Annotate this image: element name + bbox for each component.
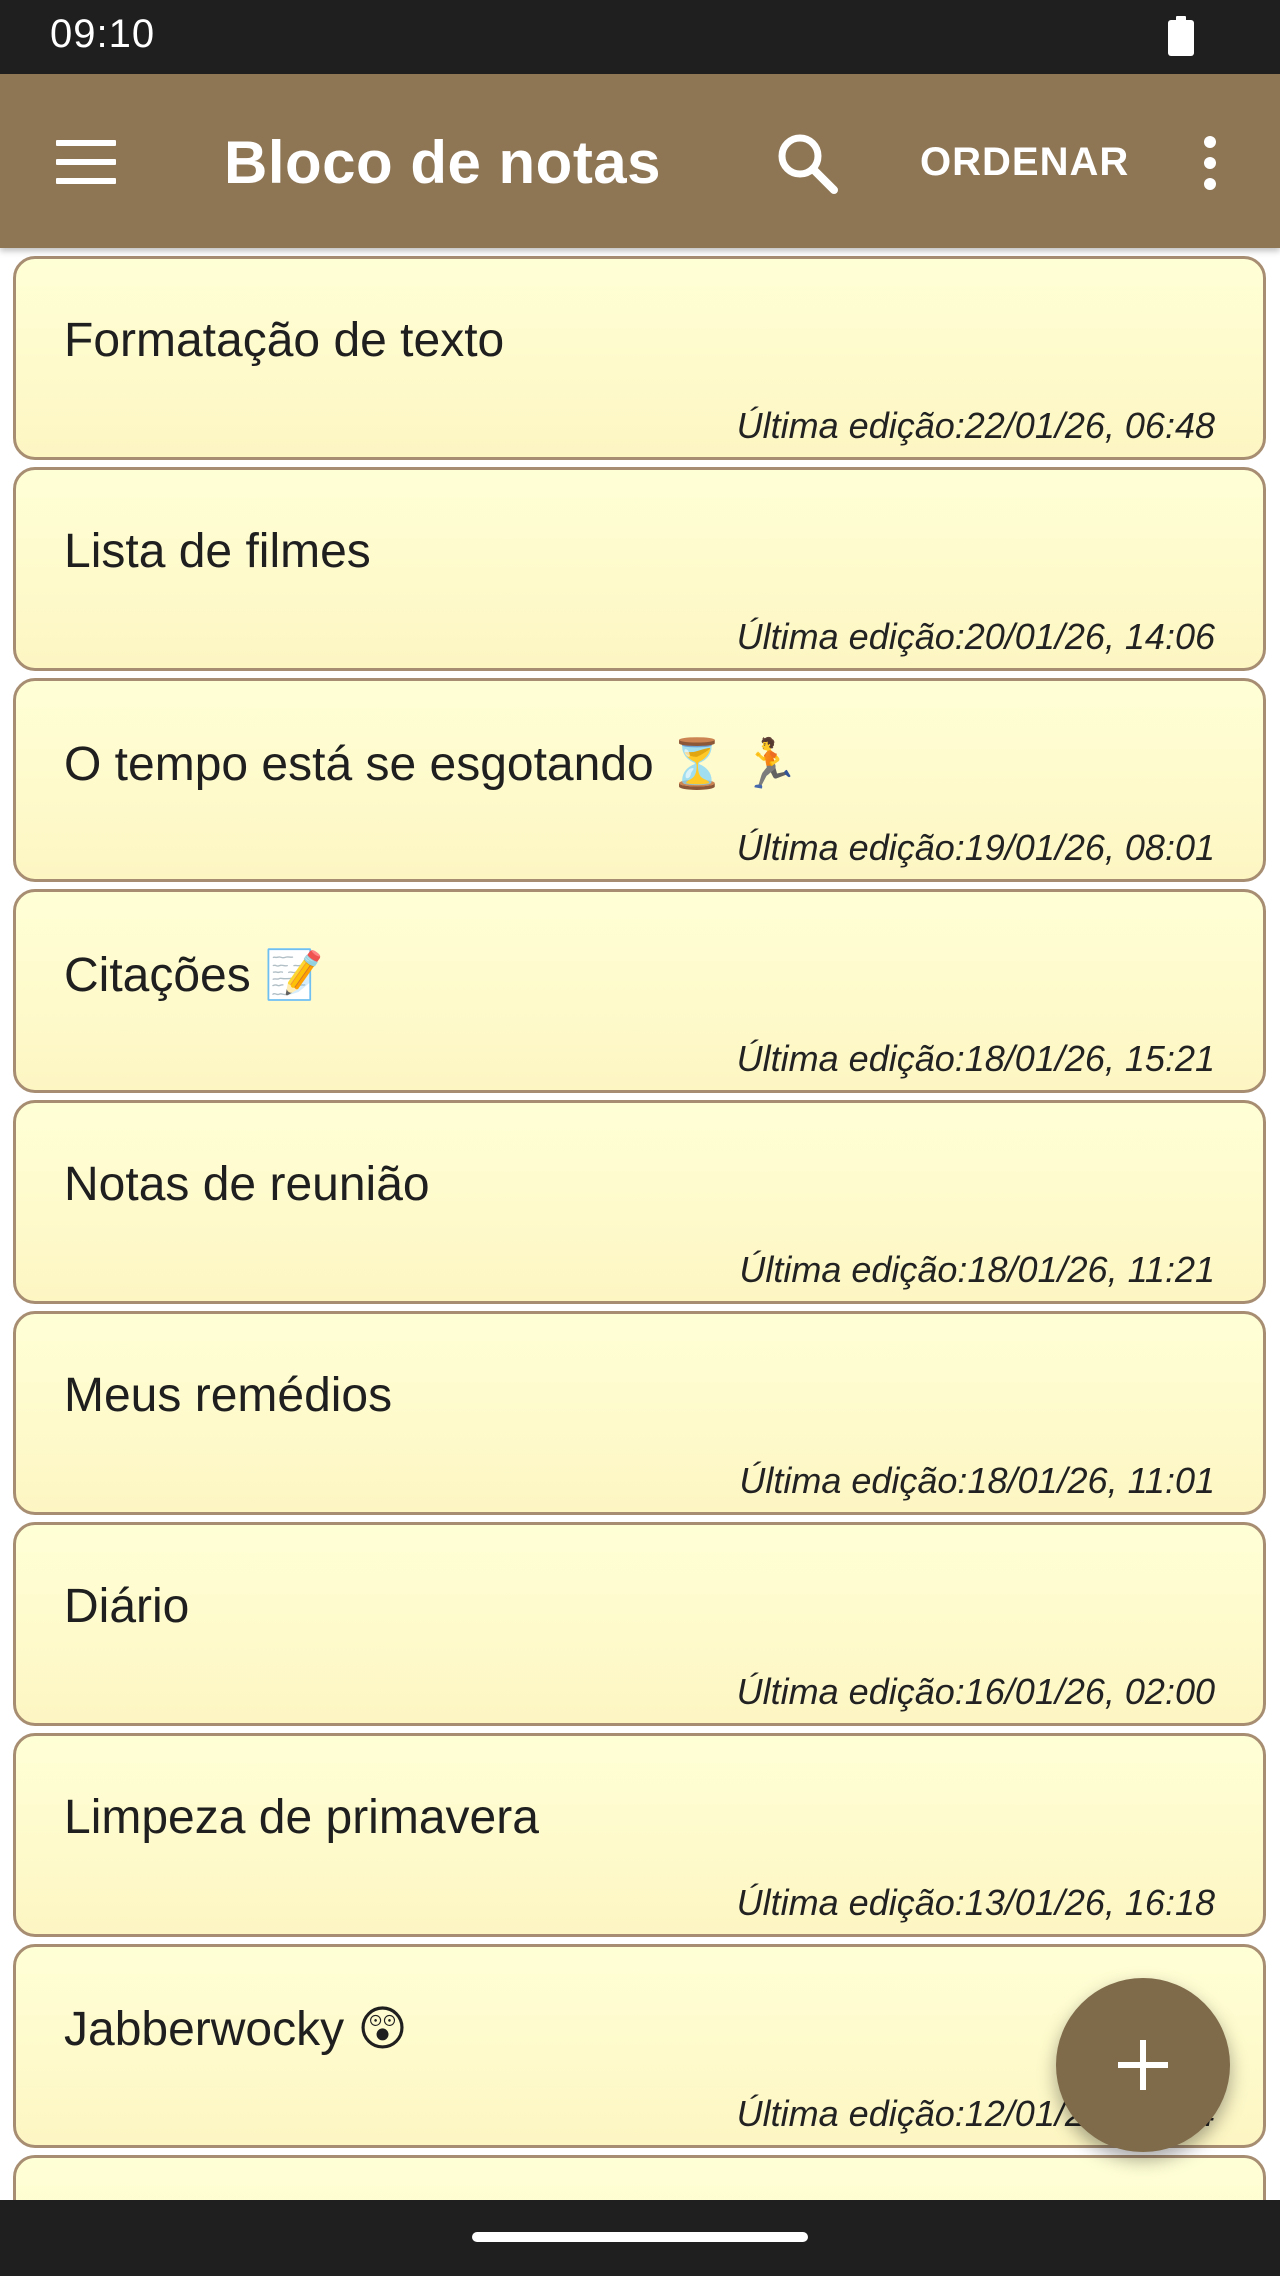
app-bar: Bloco de notas ORDENAR [0, 74, 1280, 248]
note-last-edited: Última edição:18/01/26, 11:21 [739, 1249, 1215, 1290]
status-bar: 09:10 [0, 0, 1280, 74]
note-card[interactable]: Meus remédios Última edição:18/01/26, 11… [13, 1311, 1266, 1515]
note-card[interactable]: Citações 📝 Última edição:18/01/26, 15:21 [13, 889, 1266, 1093]
note-last-edited: Última edição:16/01/26, 02:00 [736, 1671, 1215, 1712]
home-gesture-handle[interactable] [472, 2232, 808, 2242]
note-last-edited: Última edição:13/01/26, 16:18 [736, 1882, 1215, 1923]
note-card[interactable]: Lista de filmes Última edição:20/01/26, … [13, 467, 1266, 671]
more-vert-icon[interactable] [1200, 136, 1222, 190]
note-card[interactable]: Diário Última edição:16/01/26, 02:00 [13, 1522, 1266, 1726]
note-title: Diário [64, 1580, 190, 1633]
note-last-edited: Última edição:18/01/26, 15:21 [736, 1038, 1215, 1079]
note-card[interactable] [13, 2155, 1266, 2200]
status-time: 09:10 [50, 12, 156, 56]
note-title: Jabberwocky 😲 [64, 2003, 408, 2056]
note-card[interactable]: Limpeza de primavera Última edição:13/01… [13, 1733, 1266, 1937]
note-card[interactable]: Formatação de texto Última edição:22/01/… [13, 256, 1266, 460]
note-last-edited: Última edição:22/01/26, 06:48 [736, 405, 1215, 446]
note-card[interactable]: O tempo está se esgotando ⏳ 🏃 Última edi… [13, 678, 1266, 882]
add-note-button[interactable] [1056, 1978, 1230, 2152]
note-last-edited: Última edição:20/01/26, 14:06 [736, 616, 1215, 657]
note-last-edited: Última edição:18/01/26, 11:01 [739, 1460, 1215, 1501]
note-last-edited: Última edição:19/01/26, 08:01 [736, 827, 1215, 868]
battery-icon [1168, 16, 1194, 56]
note-title: O tempo está se esgotando ⏳ 🏃 [64, 738, 800, 791]
note-title: Formatação de texto [64, 314, 505, 367]
menu-icon[interactable] [56, 140, 116, 184]
note-title: Citações 📝 [64, 949, 324, 1002]
search-icon[interactable] [774, 130, 840, 196]
note-title: Meus remédios [64, 1369, 393, 1422]
notes-list[interactable]: Formatação de texto Última edição:22/01/… [0, 248, 1280, 2200]
navigation-bar [0, 2200, 1280, 2276]
note-title: Limpeza de primavera [64, 1791, 539, 1844]
sort-button[interactable]: ORDENAR [920, 140, 1129, 185]
app-title: Bloco de notas [224, 129, 662, 196]
screen: 09:10 Bloco de notas ORDENAR Formatação … [0, 0, 1280, 2276]
note-title: Lista de filmes [64, 525, 371, 578]
note-card[interactable]: Notas de reunião Última edição:18/01/26,… [13, 1100, 1266, 1304]
note-title: Notas de reunião [64, 1158, 430, 1211]
